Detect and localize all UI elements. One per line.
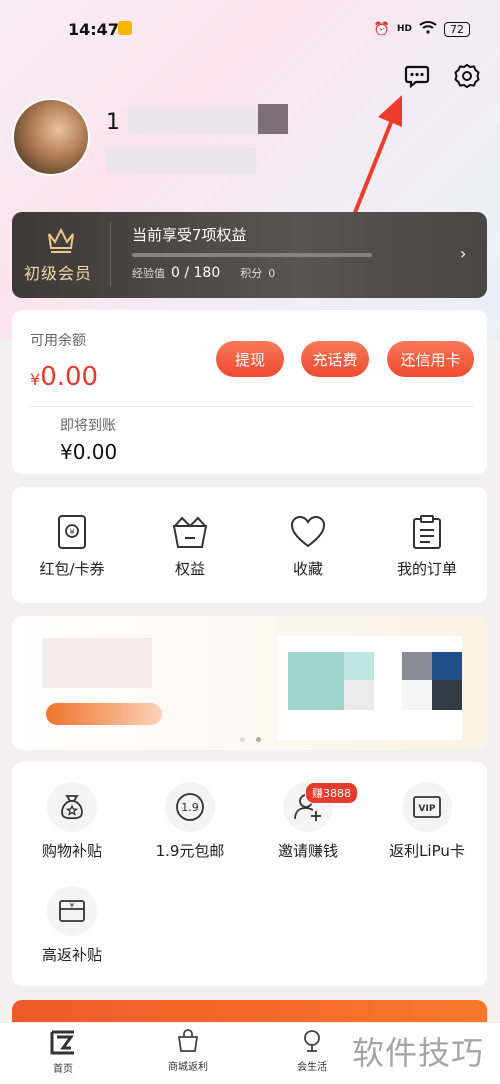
avatar[interactable] bbox=[12, 98, 90, 176]
service-label: 邀请赚钱 bbox=[277, 842, 338, 860]
status-time: 14:47 bbox=[68, 20, 119, 39]
tab-label: 首页 bbox=[53, 1064, 73, 1075]
basket-icon bbox=[172, 516, 208, 548]
crown-icon bbox=[48, 227, 74, 253]
service-label: 高返补贴 bbox=[41, 946, 102, 964]
divider bbox=[30, 406, 475, 407]
life-icon bbox=[304, 1030, 320, 1052]
menu-item-my-orders[interactable]: 我的订单 bbox=[372, 514, 482, 579]
signal-icon: HD bbox=[396, 24, 412, 34]
currency-symbol: ¥ bbox=[30, 370, 41, 389]
reward-badge: 赚3888 bbox=[305, 782, 358, 804]
banner-image-blurred bbox=[42, 638, 152, 688]
banner-product-image bbox=[344, 680, 374, 710]
vip-benefits-title: 当前享受7项权益 bbox=[132, 226, 247, 244]
vip-card-icon: VIP bbox=[402, 782, 452, 832]
recharge-phone-button[interactable]: 充话费 bbox=[301, 341, 369, 377]
exp-value: 0 / 180 bbox=[171, 265, 221, 281]
service-lipu-card[interactable]: VIP 返利LiPu卡 bbox=[372, 782, 482, 861]
home-logo-icon bbox=[50, 1030, 74, 1055]
money-bag-icon bbox=[47, 782, 97, 832]
tab-life[interactable]: 会生活 bbox=[272, 1028, 352, 1073]
svg-text:1.9: 1.9 bbox=[181, 801, 199, 814]
menu-item-label: 红包/卡券 bbox=[39, 560, 105, 578]
service-label: 返利LiPu卡 bbox=[389, 842, 465, 860]
banner-product-image bbox=[402, 680, 432, 710]
tab-label: 会生活 bbox=[297, 1062, 327, 1073]
carousel-dot[interactable] bbox=[240, 737, 245, 742]
menu-item-favorites[interactable]: 收藏 bbox=[253, 514, 363, 579]
service-free-shipping[interactable]: 1.9 1.9元包邮 bbox=[135, 782, 245, 861]
service-label: 1.9元包邮 bbox=[155, 842, 225, 860]
red-packet-icon: ¥ bbox=[58, 515, 86, 549]
wifi-icon bbox=[419, 20, 437, 38]
alarm-icon: ⏰ bbox=[373, 21, 390, 37]
settings-gear-icon[interactable] bbox=[453, 62, 481, 90]
balance-value: ¥0.00 bbox=[30, 362, 98, 392]
banner-product-image bbox=[288, 652, 344, 710]
status-bar: 14:47 ⏰ HD 72 bbox=[0, 0, 500, 60]
wallet-icon: ¥ bbox=[47, 886, 97, 936]
points-value: 0 bbox=[268, 267, 276, 280]
vip-divider bbox=[110, 222, 111, 286]
menu-item-label: 我的订单 bbox=[396, 560, 457, 578]
service-high-rebate[interactable]: ¥ 高返补贴 bbox=[17, 886, 127, 965]
pending-value: ¥0.00 bbox=[60, 440, 118, 464]
banner-button-blurred[interactable] bbox=[46, 703, 162, 725]
exp-label: 经验值 bbox=[132, 267, 165, 280]
chevron-right-icon[interactable]: › bbox=[460, 244, 466, 263]
user-name: 1 bbox=[106, 110, 120, 135]
coin-icon: 1.9 bbox=[165, 782, 215, 832]
tab-mall-rebate[interactable]: 商城返利 bbox=[148, 1028, 228, 1073]
redacted-block bbox=[258, 104, 288, 134]
svg-text:¥: ¥ bbox=[70, 902, 75, 910]
menu-item-label: 收藏 bbox=[292, 560, 323, 578]
points-label: 积分 bbox=[240, 267, 263, 280]
balance-amount: 0.00 bbox=[40, 362, 99, 392]
heart-icon bbox=[290, 515, 326, 548]
withdraw-button[interactable]: 提现 bbox=[216, 341, 284, 377]
balance-label: 可用余额 bbox=[30, 333, 86, 349]
exp-progress-bar bbox=[132, 253, 372, 257]
pending-label: 即将到账 bbox=[60, 418, 116, 434]
vip-level: 初级会员 bbox=[24, 264, 93, 283]
svg-text:¥: ¥ bbox=[69, 528, 74, 537]
tab-home[interactable]: 首页 bbox=[23, 1028, 103, 1075]
menu-item-benefits[interactable]: 权益 bbox=[135, 514, 245, 579]
menu-item-red-packet[interactable]: ¥ 红包/卡券 bbox=[17, 514, 127, 579]
redacted-id bbox=[106, 148, 256, 174]
svg-text:VIP: VIP bbox=[419, 804, 436, 814]
banner-product-image bbox=[432, 652, 462, 680]
vip-stats: 经验值 0 / 180 积分 0 bbox=[132, 265, 275, 281]
banner-product-image bbox=[432, 680, 462, 710]
service-shopping-subsidy[interactable]: 购物补贴 bbox=[17, 782, 127, 861]
watermark: 软件技巧 bbox=[352, 1034, 485, 1072]
clipboard-icon bbox=[413, 515, 441, 549]
banner-product-image bbox=[402, 652, 432, 680]
menu-item-label: 权益 bbox=[174, 560, 205, 578]
battery-icon: 72 bbox=[444, 21, 470, 37]
banner-product-image bbox=[344, 652, 374, 680]
shop-icon bbox=[177, 1029, 199, 1052]
tab-label: 商城返利 bbox=[168, 1062, 208, 1073]
service-label: 购物补贴 bbox=[41, 842, 102, 860]
message-icon[interactable] bbox=[403, 62, 431, 90]
carousel-dot-active[interactable] bbox=[256, 737, 261, 742]
notification-icon bbox=[118, 21, 132, 35]
repay-credit-card-button[interactable]: 还信用卡 bbox=[387, 341, 474, 377]
